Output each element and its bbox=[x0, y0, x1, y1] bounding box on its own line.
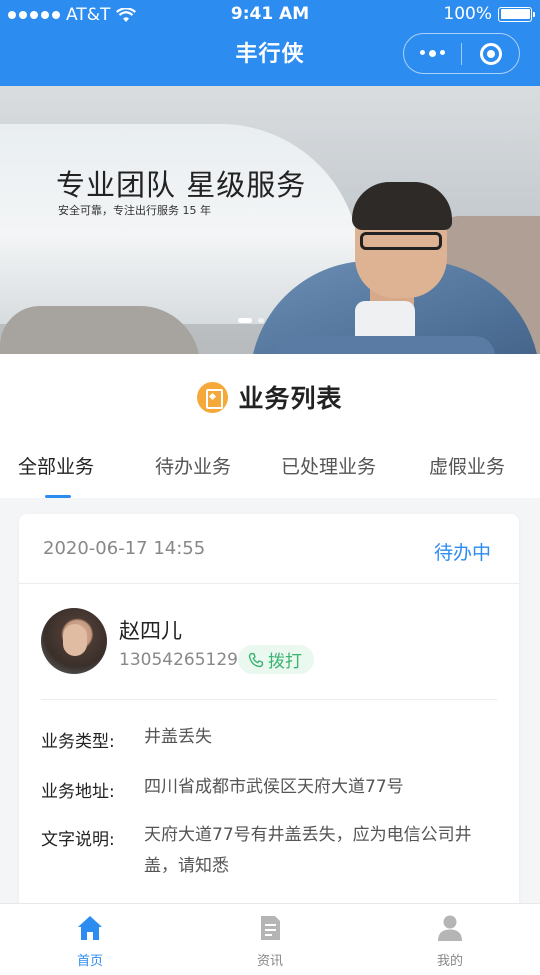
app-header: AT&T 9:41 AM 100% 丰行侠 bbox=[0, 0, 540, 86]
business-time: 2020-06-17 14:55 bbox=[43, 538, 206, 559]
status-right: 100% bbox=[443, 4, 535, 24]
news-icon bbox=[261, 916, 280, 940]
close-miniapp-button[interactable] bbox=[462, 34, 519, 73]
carousel-dot[interactable] bbox=[238, 318, 252, 323]
banner-carousel[interactable]: 专业团队 星级服务 安全可靠，专注出行服务 15 年 bbox=[0, 86, 540, 354]
carousel-dot[interactable] bbox=[258, 318, 264, 323]
badge-icon bbox=[197, 381, 229, 413]
banner-person bbox=[275, 336, 495, 354]
status-bar: AT&T 9:41 AM 100% bbox=[0, 0, 540, 30]
call-button[interactable]: 拨打 bbox=[238, 645, 314, 674]
tab-pending[interactable]: 待办业务 bbox=[155, 452, 231, 479]
field-value-description: 天府大道77号有井盖丢失，应为电信公司井盖，请知悉 bbox=[144, 825, 472, 876]
contact-phone: 13054265129 bbox=[119, 650, 238, 670]
miniapp-capsule bbox=[403, 33, 520, 74]
tabbar-profile[interactable]: 我的 bbox=[360, 904, 540, 975]
user-icon bbox=[438, 915, 462, 941]
avatar bbox=[41, 608, 107, 674]
more-button[interactable] bbox=[404, 34, 461, 73]
tab-fake[interactable]: 虚假业务 bbox=[429, 452, 505, 479]
field-value-type: 井盖丢失 bbox=[144, 727, 212, 747]
banner-person bbox=[352, 182, 452, 230]
status-badge: 待办中 bbox=[433, 542, 491, 564]
tabbar-news-label: 资讯 bbox=[256, 954, 283, 969]
target-icon bbox=[479, 42, 502, 65]
tabbar-home-label: 首页 bbox=[76, 954, 103, 969]
banner-seat bbox=[0, 306, 200, 354]
home-icon bbox=[78, 916, 102, 940]
more-icon bbox=[420, 50, 445, 57]
phone-icon bbox=[248, 652, 264, 667]
bottom-tabbar: 首页 资讯 我的 bbox=[0, 903, 540, 975]
battery-percent: 100% bbox=[443, 4, 492, 24]
divider bbox=[19, 583, 519, 584]
tab-processed[interactable]: 已处理业务 bbox=[281, 452, 376, 479]
battery-icon bbox=[498, 6, 535, 22]
business-tabs: 全部业务 待办业务 已处理业务 虚假业务 bbox=[0, 440, 540, 498]
tabbar-home[interactable]: 首页 bbox=[0, 904, 180, 975]
active-tab-indicator bbox=[45, 495, 71, 498]
field-label-type: 业务类型: bbox=[41, 732, 115, 752]
section-title: 业务列表 bbox=[238, 384, 343, 413]
banner-headline: 专业团队 星级服务 bbox=[56, 168, 307, 202]
tabbar-profile-label: 我的 bbox=[436, 954, 463, 969]
field-label-address: 业务地址: bbox=[41, 782, 115, 802]
tabbar-news[interactable]: 资讯 bbox=[180, 904, 360, 975]
tab-all[interactable]: 全部业务 bbox=[18, 452, 94, 479]
divider bbox=[41, 699, 497, 700]
field-label-description: 文字说明: bbox=[41, 830, 115, 850]
banner-person bbox=[360, 232, 442, 250]
contact-name: 赵四儿 bbox=[119, 619, 182, 643]
banner-subline: 安全可靠，专注出行服务 15 年 bbox=[58, 204, 211, 217]
carousel-indicator bbox=[238, 318, 264, 323]
field-value-address: 四川省成都市武侯区天府大道77号 bbox=[144, 777, 404, 797]
section-header: 业务列表 bbox=[0, 354, 540, 440]
call-label: 拨打 bbox=[268, 652, 302, 672]
business-card[interactable]: 2020-06-17 14:55 待办中 赵四儿 13054265129 拨打 … bbox=[19, 514, 519, 934]
